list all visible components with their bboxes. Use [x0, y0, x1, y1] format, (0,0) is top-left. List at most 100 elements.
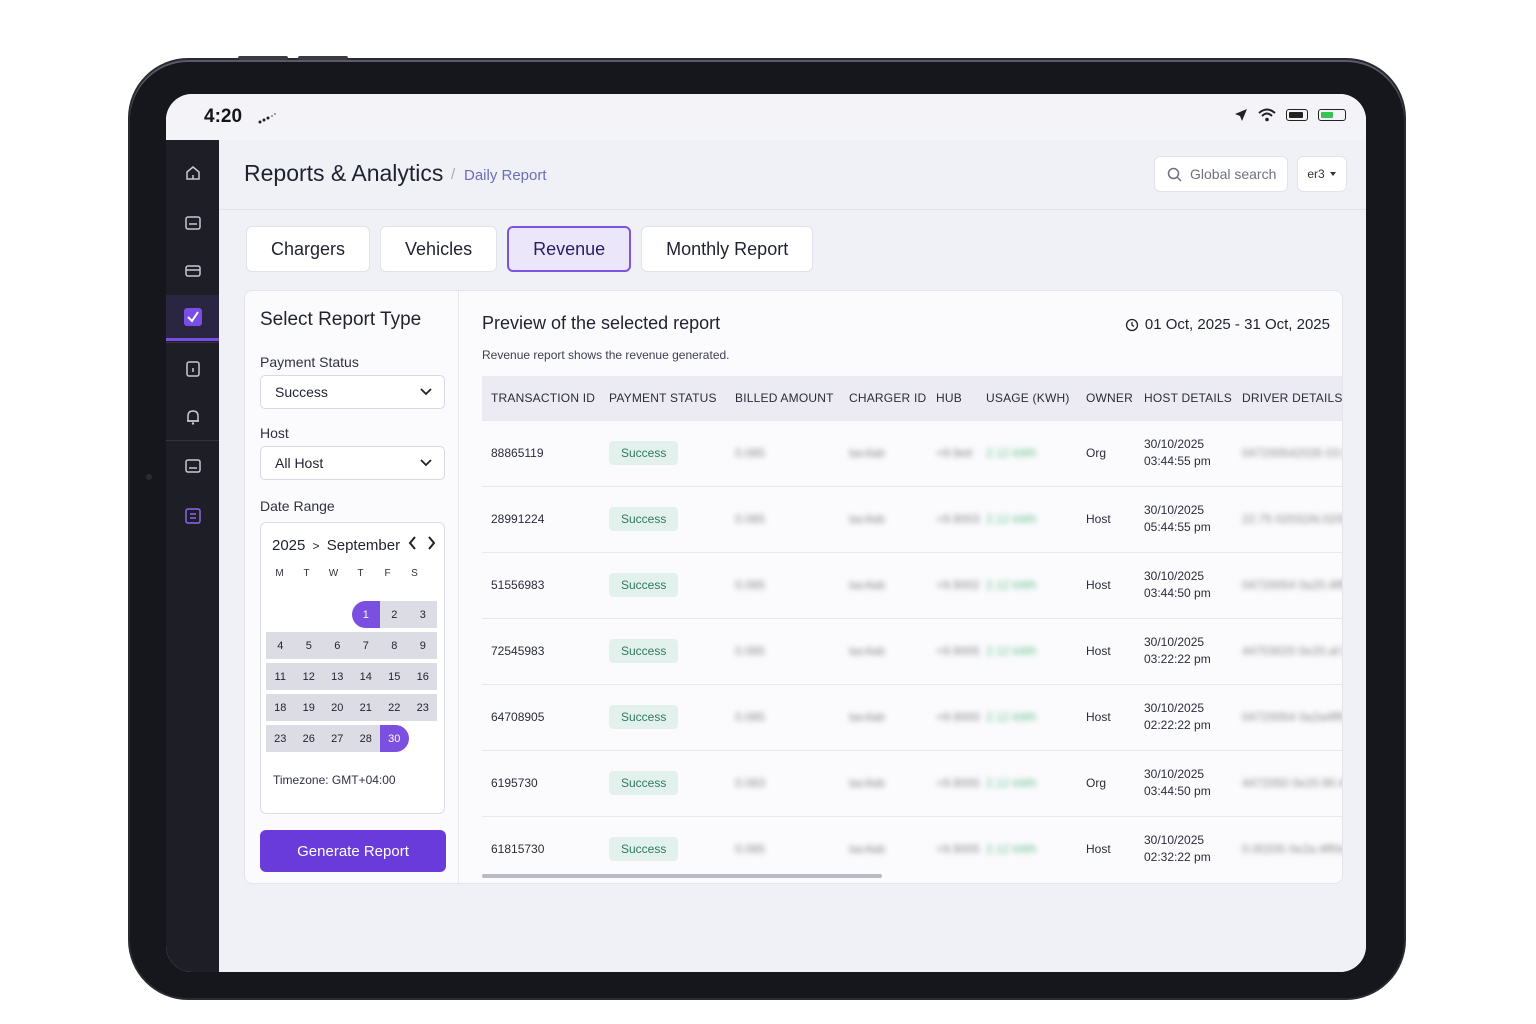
- table-row[interactable]: 88865119 Success 0.085 tac4ab +9.9eit 2.12 kW…: [482, 420, 1342, 486]
- column-header[interactable]: CHARGER ID: [840, 376, 927, 420]
- column-header[interactable]: HUB: [927, 376, 977, 420]
- calendar-weekdays: MTWTFS: [266, 568, 441, 579]
- calendar-day[interactable]: 11: [266, 663, 295, 690]
- status-badge: Success: [609, 507, 679, 531]
- revenue-table: TRANSACTION ID PAYMENT STATUS BILLED AMOUN…: [482, 376, 1342, 876]
- owner: Org: [1086, 776, 1107, 790]
- column-header[interactable]: PAYMENT STATUS: [600, 376, 726, 420]
- table-row[interactable]: 28991224 Success 0.085 tac4ab +9.9003 2.12 kW…: [482, 486, 1342, 552]
- charger-id: tac4ab: [840, 684, 927, 750]
- blurred-value: 0.085: [735, 710, 766, 724]
- generate-report-button[interactable]: Generate Report: [260, 830, 446, 872]
- calendar-day[interactable]: 22: [380, 694, 409, 721]
- nav-notifications[interactable]: [166, 394, 219, 440]
- calendar-day[interactable]: 30: [380, 725, 409, 752]
- host-label: Host: [260, 425, 289, 441]
- blurred-value: 2.12 kWh: [986, 776, 1037, 790]
- tab-chargers[interactable]: Chargers: [246, 226, 371, 272]
- calendar-day[interactable]: 7: [351, 632, 380, 659]
- blurred-value: +9.9000: [936, 710, 980, 724]
- blurred-value: tac4ab: [849, 842, 886, 857]
- calendar-day[interactable]: 6: [323, 632, 352, 659]
- calendar-day[interactable]: 23: [408, 694, 437, 721]
- column-header[interactable]: OWNER: [1077, 376, 1135, 420]
- host-select[interactable]: All Host: [260, 446, 445, 480]
- payment-status-select[interactable]: Success: [260, 375, 445, 409]
- nav-home[interactable]: [166, 150, 219, 196]
- column-header[interactable]: DRIVER DETAILS: [1233, 376, 1342, 420]
- calendar-day[interactable]: 23: [266, 725, 295, 752]
- calendar-day[interactable]: 14: [351, 663, 380, 690]
- table-row[interactable]: 6195730 Success 0.083 tac4ab +9.9000 2.12 kWh…: [482, 750, 1342, 816]
- date-range-label: Date Range: [260, 498, 335, 514]
- calendar-week: 23 26 27 28 30: [266, 725, 438, 756]
- wifi-icon: [1258, 108, 1276, 122]
- nav-messages[interactable]: [166, 200, 219, 246]
- search-icon: [1167, 167, 1182, 182]
- transaction-id: 61815730: [491, 842, 545, 857]
- payment-status-cell: Success: [600, 750, 726, 816]
- nav-analytics[interactable]: [166, 493, 219, 539]
- status-bar: 4:20: [166, 94, 1366, 140]
- calendar-day[interactable]: 12: [294, 663, 323, 690]
- calendar-day[interactable]: 13: [323, 663, 352, 690]
- nav-divider: [166, 440, 219, 441]
- nav-media[interactable]: [166, 443, 219, 489]
- hub: +9.9eit: [927, 420, 977, 486]
- calendar-day[interactable]: 26: [294, 725, 323, 752]
- table-row[interactable]: 64708905 Success 0.085 tac4ab +9.9000 2.12 kW…: [482, 684, 1342, 750]
- calendar-day[interactable]: 20: [323, 694, 352, 721]
- host-time: 03:44:50 pm: [1144, 784, 1211, 798]
- home-icon: [185, 166, 200, 180]
- tab-vehicles[interactable]: Vehicles: [380, 226, 498, 272]
- calendar-day[interactable]: 3: [408, 601, 437, 628]
- calendar-day[interactable]: 2: [380, 601, 409, 628]
- calendar-day[interactable]: 21: [351, 694, 380, 721]
- calendar-chevron: >: [312, 539, 320, 553]
- calendar-day[interactable]: 4: [266, 632, 295, 659]
- chevron-right-icon[interactable]: [427, 536, 436, 550]
- calendar-day[interactable]: 16: [408, 663, 437, 690]
- tab-revenue[interactable]: Revenue: [507, 226, 632, 272]
- tab-monthly-report[interactable]: Monthly Report: [641, 226, 814, 272]
- table-row[interactable]: 61815730 Success 0.085 tac4ab +9.9005 2.12 kW…: [482, 816, 1342, 876]
- calendar-day[interactable]: 5: [294, 632, 323, 659]
- report-panel: Select Report Type Payment Status Succes…: [244, 290, 1343, 884]
- calendar-week: 456789: [266, 632, 438, 663]
- chevron-left-icon[interactable]: [408, 536, 417, 550]
- calendar-day[interactable]: 9: [408, 632, 437, 659]
- breadcrumb[interactable]: Daily Report: [464, 167, 547, 184]
- usage-kwh: 2.12 kWh: [977, 420, 1077, 486]
- charger-id: tac4ab: [840, 420, 927, 486]
- report-icon: [184, 508, 201, 524]
- page-title: Reports & Analytics: [244, 160, 444, 186]
- calendar-day[interactable]: 19: [294, 694, 323, 721]
- column-header[interactable]: TRANSACTION ID: [482, 376, 600, 420]
- image-icon: [184, 459, 201, 473]
- calendar-day[interactable]: 15: [380, 663, 409, 690]
- calendar-day[interactable]: 18: [266, 694, 295, 721]
- screen: 4:20 Reports & Analytics / Daily Report …: [166, 94, 1366, 972]
- global-search[interactable]: Global search: [1154, 156, 1288, 192]
- nav-documents[interactable]: [166, 346, 219, 392]
- calendar-day[interactable]: 28: [351, 725, 380, 752]
- nav-storage[interactable]: [166, 247, 219, 293]
- payment-status-cell: Success: [600, 420, 726, 486]
- horizontal-scrollbar[interactable]: [482, 874, 882, 878]
- table-row[interactable]: 51556983 Success 0.085 tac4ab +9.9002 2.12 kW…: [482, 552, 1342, 618]
- host-date: 30/10/2025: [1144, 503, 1205, 517]
- host-details: 30/10/2025 02:32:22 pm: [1135, 816, 1233, 876]
- column-header[interactable]: USAGE (KWH): [977, 376, 1077, 420]
- column-header[interactable]: BILLED AMOUNT: [726, 376, 840, 420]
- calendar-heading[interactable]: 2025 > September: [272, 537, 400, 554]
- user-menu-button[interactable]: er3: [1297, 156, 1347, 192]
- report-type-panel: Select Report Type Payment Status Succes…: [245, 291, 459, 883]
- column-header[interactable]: HOST DETAILS: [1135, 376, 1233, 420]
- usage-kwh: 2.12 kWh: [977, 750, 1077, 816]
- nav-reports[interactable]: [166, 295, 219, 341]
- calendar-day[interactable]: 8: [380, 632, 409, 659]
- calendar-day[interactable]: 1: [351, 601, 380, 628]
- calendar-day[interactable]: 27: [323, 725, 352, 752]
- blurred-value: 22.75 0203: [1242, 511, 1303, 526]
- table-row[interactable]: 72545983 Success 0.085 tac4ab +9.9005 2.12 kW…: [482, 618, 1342, 684]
